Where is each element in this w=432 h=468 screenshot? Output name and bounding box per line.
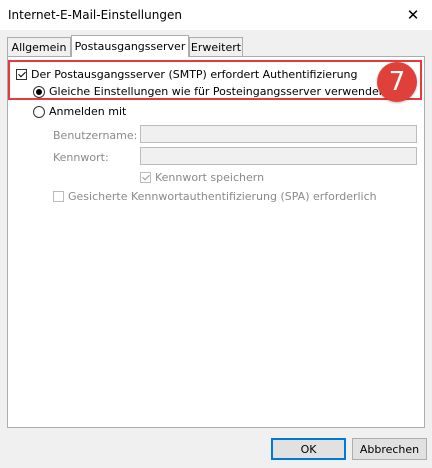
- tab-panel: Der Postausgangsserver (SMTP) erfordert …: [7, 56, 425, 428]
- password-label: Kennwort:: [53, 151, 109, 164]
- step-number-badge: 7: [377, 62, 417, 102]
- radio-unselected-icon: [33, 105, 45, 118]
- tab-allgemein[interactable]: Allgemein: [7, 37, 71, 56]
- smtp-auth-checkbox[interactable]: Der Postausgangsserver (SMTP) erfordert …: [16, 68, 358, 81]
- tab-label: Allgemein: [11, 40, 67, 54]
- username-label: Benutzername:: [53, 129, 138, 142]
- ok-button[interactable]: OK: [271, 438, 346, 460]
- tab-label: Erweitert: [190, 40, 242, 54]
- radio-selected-icon: [33, 85, 45, 98]
- ok-label: OK: [300, 442, 317, 456]
- login-with-label: Anmelden mit: [49, 105, 127, 118]
- spa-checkbox[interactable]: Gesicherte Kennwortauthentifizierung (SP…: [53, 190, 377, 203]
- checkbox-checked-icon: [16, 69, 27, 80]
- title-bar: Internet-E-Mail-Einstellungen ✕: [0, 0, 432, 30]
- window-title: Internet-E-Mail-Einstellungen: [8, 8, 182, 22]
- dialog-body: Allgemein Postausgangsserver Erweitert D…: [0, 30, 432, 468]
- password-field[interactable]: [140, 147, 417, 165]
- same-settings-label: Gleiche Einstellungen wie für Posteingan…: [49, 85, 386, 98]
- checkbox-unchecked-icon: [53, 191, 64, 202]
- smtp-auth-label: Der Postausgangsserver (SMTP) erfordert …: [31, 68, 358, 81]
- same-settings-radio[interactable]: Gleiche Einstellungen wie für Posteingan…: [33, 85, 386, 98]
- remember-password-label: Kennwort speichern: [155, 171, 265, 184]
- tab-postausgangsserver[interactable]: Postausgangsserver: [71, 35, 189, 57]
- checkbox-checked-icon: [140, 172, 151, 183]
- cancel-button[interactable]: Abbrechen: [352, 438, 427, 460]
- close-icon: ✕: [406, 6, 420, 24]
- close-button[interactable]: ✕: [398, 2, 428, 28]
- login-with-radio[interactable]: Anmelden mit: [33, 105, 126, 118]
- tab-label: Postausgangsserver: [74, 40, 186, 53]
- cancel-label: Abbrechen: [359, 442, 420, 456]
- remember-password-checkbox[interactable]: Kennwort speichern: [140, 171, 264, 184]
- tab-erweitert[interactable]: Erweitert: [189, 37, 243, 56]
- username-field[interactable]: [140, 125, 417, 143]
- spa-label: Gesicherte Kennwortauthentifizierung (SP…: [68, 190, 377, 203]
